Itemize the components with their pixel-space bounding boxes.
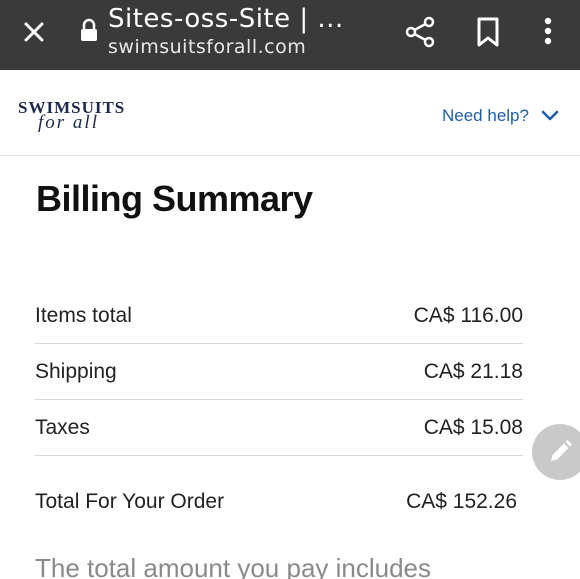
row-value: CA$ 15.08 <box>423 415 523 439</box>
page-title-bar[interactable]: Sites-oss-Site | ... <box>108 4 388 34</box>
lock-icon <box>78 18 100 42</box>
close-icon[interactable] <box>18 16 50 48</box>
summary-row-taxes: Taxes CA$ 15.08 <box>35 400 523 456</box>
row-value: CA$ 116.00 <box>413 303 523 327</box>
row-value: CA$ 21.18 <box>423 359 523 383</box>
pencil-icon <box>551 440 572 461</box>
more-vert-icon[interactable] <box>534 14 562 50</box>
total-note-text: The total amount you pay includes <box>35 553 432 579</box>
brand-logo[interactable]: SWIMSUITS for all <box>18 98 138 138</box>
chevron-down-icon <box>541 110 559 121</box>
need-help-link[interactable]: Need help? <box>442 104 559 128</box>
site-header: SWIMSUITS for all Need help? <box>0 70 580 156</box>
browser-toolbar: Sites-oss-Site | ... swimsuitsforall.com <box>0 0 580 70</box>
row-label: Taxes <box>35 415 90 439</box>
billing-summary-heading: Billing Summary <box>36 178 313 219</box>
bookmark-icon[interactable] <box>472 14 504 50</box>
row-label: Items total <box>35 303 132 327</box>
url-text[interactable]: swimsuitsforall.com <box>108 36 368 58</box>
edit-button[interactable] <box>532 424 580 480</box>
row-label: Shipping <box>35 359 117 383</box>
share-icon[interactable] <box>402 14 438 50</box>
need-help-label: Need help? <box>442 106 529 125</box>
brand-tagline: for all <box>38 112 99 133</box>
summary-row-items-total: Items total CA$ 116.00 <box>35 288 523 344</box>
total-label: Total For Your Order <box>35 490 225 513</box>
summary-row-order-total: Total For Your Order CA$ 152.26 <box>35 474 517 530</box>
total-value: CA$ 152.26 <box>406 490 517 513</box>
summary-row-shipping: Shipping CA$ 21.18 <box>35 344 523 400</box>
